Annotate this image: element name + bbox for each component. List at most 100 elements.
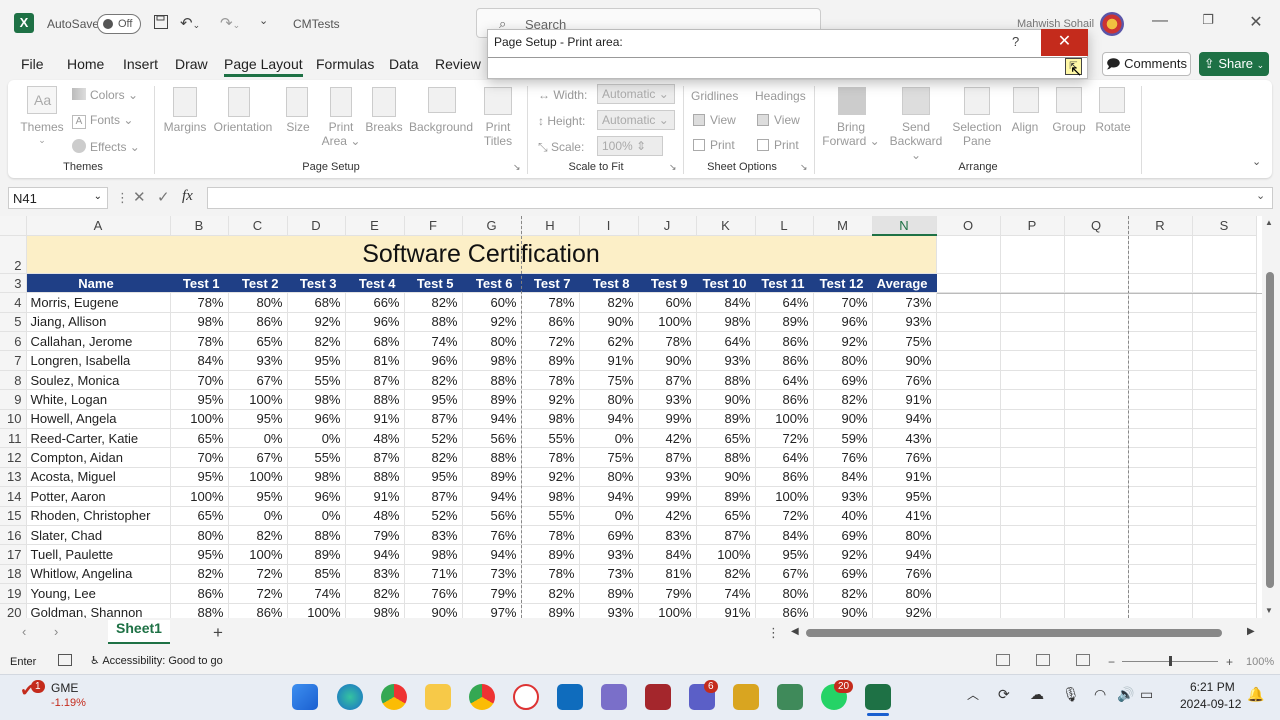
edge-icon[interactable] xyxy=(337,684,363,710)
score-cell[interactable]: 91% xyxy=(345,486,405,507)
print-area-input[interactable] xyxy=(488,57,1087,78)
zoom-level[interactable]: 100% xyxy=(1246,656,1274,668)
mic-muted-icon[interactable]: 🎙 xyxy=(1062,686,1080,703)
score-cell[interactable]: 90% xyxy=(696,467,756,488)
enter-icon[interactable]: ✓ xyxy=(157,188,170,206)
score-cell[interactable]: 98% xyxy=(404,544,463,565)
score-cell[interactable]: 95% xyxy=(170,467,229,488)
score-cell[interactable]: 78% xyxy=(521,525,580,546)
themes-button[interactable]: Themes xyxy=(18,120,66,134)
score-cell[interactable]: 69% xyxy=(813,370,873,391)
score-cell[interactable]: 92% xyxy=(287,312,346,333)
score-cell[interactable]: 95% xyxy=(404,389,463,410)
redo-icon[interactable]: ↷⌄ xyxy=(220,14,240,32)
cell[interactable] xyxy=(1128,447,1193,468)
score-cell[interactable]: 89% xyxy=(462,389,522,410)
cell[interactable] xyxy=(1192,370,1257,391)
cell[interactable] xyxy=(1128,350,1193,371)
score-cell[interactable]: 40% xyxy=(813,506,873,526)
score-cell[interactable]: 66% xyxy=(345,292,405,313)
name-cell[interactable]: Potter, Aaron xyxy=(26,486,171,507)
score-cell[interactable]: 98% xyxy=(521,409,580,430)
name-cell[interactable]: White, Logan xyxy=(26,389,171,410)
score-cell[interactable]: 69% xyxy=(579,525,639,546)
notifications-icon[interactable]: 🔔 xyxy=(1247,686,1264,703)
score-cell[interactable]: 82% xyxy=(404,447,463,468)
row-header[interactable]: 7 xyxy=(0,350,27,371)
undo-icon[interactable]: ↶⌄ xyxy=(180,14,200,32)
headings-view-checkbox[interactable]: View xyxy=(757,113,800,127)
score-cell[interactable]: 92% xyxy=(521,467,580,488)
score-cell[interactable]: 65% xyxy=(228,331,288,352)
selection-pane-button[interactable]: Selection Pane xyxy=(950,120,1004,148)
app-icon[interactable] xyxy=(733,684,759,710)
score-cell[interactable]: 69% xyxy=(813,525,873,546)
tab-page-layout[interactable]: Page Layout xyxy=(224,56,303,77)
column-title[interactable]: Test 7 xyxy=(521,273,580,294)
score-cell[interactable]: 91% xyxy=(579,350,639,371)
more-options-icon[interactable]: ⋮ xyxy=(767,625,780,641)
column-header-g[interactable]: G xyxy=(462,216,522,236)
score-cell[interactable]: 84% xyxy=(638,544,697,565)
rotate-button[interactable]: Rotate xyxy=(1092,120,1134,134)
effects-button[interactable]: Effects ⌄ xyxy=(72,139,140,154)
column-title[interactable]: Test 8 xyxy=(579,273,639,294)
column-header-n[interactable]: N xyxy=(872,216,937,237)
score-cell[interactable]: 89% xyxy=(696,409,756,430)
score-cell[interactable]: 73% xyxy=(462,564,522,585)
cell[interactable] xyxy=(1000,273,1065,294)
cell[interactable] xyxy=(1128,292,1193,313)
avatar[interactable] xyxy=(1100,12,1124,36)
cell[interactable] xyxy=(1064,544,1129,565)
score-cell[interactable]: 55% xyxy=(521,428,580,449)
column-title[interactable]: Test 11 xyxy=(755,273,814,294)
row-header[interactable]: 17 xyxy=(0,544,27,565)
score-cell[interactable]: 98% xyxy=(287,389,346,410)
column-header-d[interactable]: D xyxy=(287,216,346,236)
cell[interactable] xyxy=(1064,583,1129,604)
score-cell[interactable]: 69% xyxy=(813,564,873,585)
column-title[interactable]: Test 6 xyxy=(462,273,522,294)
column-title[interactable]: Test 3 xyxy=(287,273,346,294)
score-cell[interactable]: 75% xyxy=(579,370,639,391)
cell[interactable] xyxy=(1000,292,1065,313)
score-cell[interactable]: 90% xyxy=(638,350,697,371)
customize-toolbar-icon[interactable]: ⌄ xyxy=(259,14,268,27)
cell[interactable] xyxy=(1128,389,1193,410)
score-cell[interactable]: 52% xyxy=(404,428,463,449)
score-cell[interactable]: 74% xyxy=(696,583,756,604)
score-cell[interactable]: 87% xyxy=(638,370,697,391)
score-cell[interactable]: 82% xyxy=(170,564,229,585)
score-cell[interactable]: 82% xyxy=(404,292,463,313)
score-cell[interactable]: 98% xyxy=(170,312,229,333)
gridlines-print-checkbox[interactable]: Print xyxy=(693,138,735,152)
score-cell[interactable]: 96% xyxy=(287,409,346,430)
scroll-left-icon[interactable]: ◀ xyxy=(791,626,799,637)
cell[interactable] xyxy=(1192,312,1257,333)
score-cell[interactable]: 48% xyxy=(345,428,405,449)
cell[interactable] xyxy=(1128,583,1193,604)
score-cell[interactable]: 82% xyxy=(228,525,288,546)
cell[interactable] xyxy=(1064,506,1129,526)
cell[interactable] xyxy=(1000,506,1065,526)
cell[interactable] xyxy=(936,544,1001,565)
formula-input[interactable] xyxy=(207,187,1273,209)
start-icon[interactable] xyxy=(292,684,318,710)
name-cell[interactable]: Acosta, Miguel xyxy=(26,467,171,488)
score-cell[interactable]: 55% xyxy=(287,370,346,391)
cell[interactable] xyxy=(936,525,1001,546)
stock-name[interactable]: GME xyxy=(51,681,78,695)
column-title[interactable]: Test 5 xyxy=(404,273,463,294)
score-cell[interactable]: 94% xyxy=(345,544,405,565)
score-cell[interactable]: 68% xyxy=(345,331,405,352)
column-header-k[interactable]: K xyxy=(696,216,756,236)
score-cell[interactable]: 89% xyxy=(521,544,580,565)
scroll-up-icon[interactable]: ▲ xyxy=(1265,218,1273,227)
score-cell[interactable]: 89% xyxy=(521,350,580,371)
scale-stepper[interactable]: 100% ⇕ xyxy=(597,136,663,156)
cell[interactable] xyxy=(1064,370,1129,391)
score-cell[interactable]: 90% xyxy=(813,603,873,618)
score-cell[interactable]: 76% xyxy=(813,447,873,468)
score-cell[interactable]: 100% xyxy=(696,544,756,565)
score-cell[interactable]: 89% xyxy=(696,486,756,507)
